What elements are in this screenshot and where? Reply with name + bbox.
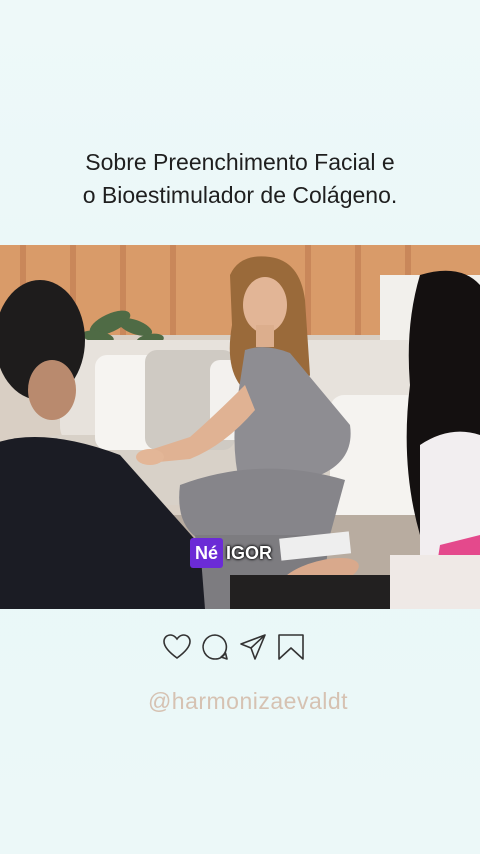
video-caption: Né IGOR xyxy=(190,538,275,568)
caption-text: IGOR xyxy=(226,543,273,563)
share-icon xyxy=(240,634,266,660)
comment-button[interactable] xyxy=(200,630,230,664)
post-page: Sobre Preenchimento Facial e o Bioestimu… xyxy=(0,0,480,854)
post-title-line-2: o Bioestimulador de Colágeno. xyxy=(82,182,398,208)
comment-icon xyxy=(202,634,228,660)
share-button[interactable] xyxy=(238,630,268,664)
caption-highlight: Né xyxy=(190,538,224,568)
post-title: Sobre Preenchimento Facial e o Bioestimu… xyxy=(0,146,480,212)
like-button[interactable] xyxy=(162,630,192,664)
save-button[interactable] xyxy=(276,630,306,664)
bookmark-icon xyxy=(278,634,304,660)
account-handle[interactable]: @harmonizaevaldt xyxy=(0,688,480,715)
post-actions xyxy=(162,630,306,664)
heart-icon xyxy=(163,634,191,659)
post-title-line-1: Sobre Preenchimento Facial e xyxy=(85,149,395,175)
